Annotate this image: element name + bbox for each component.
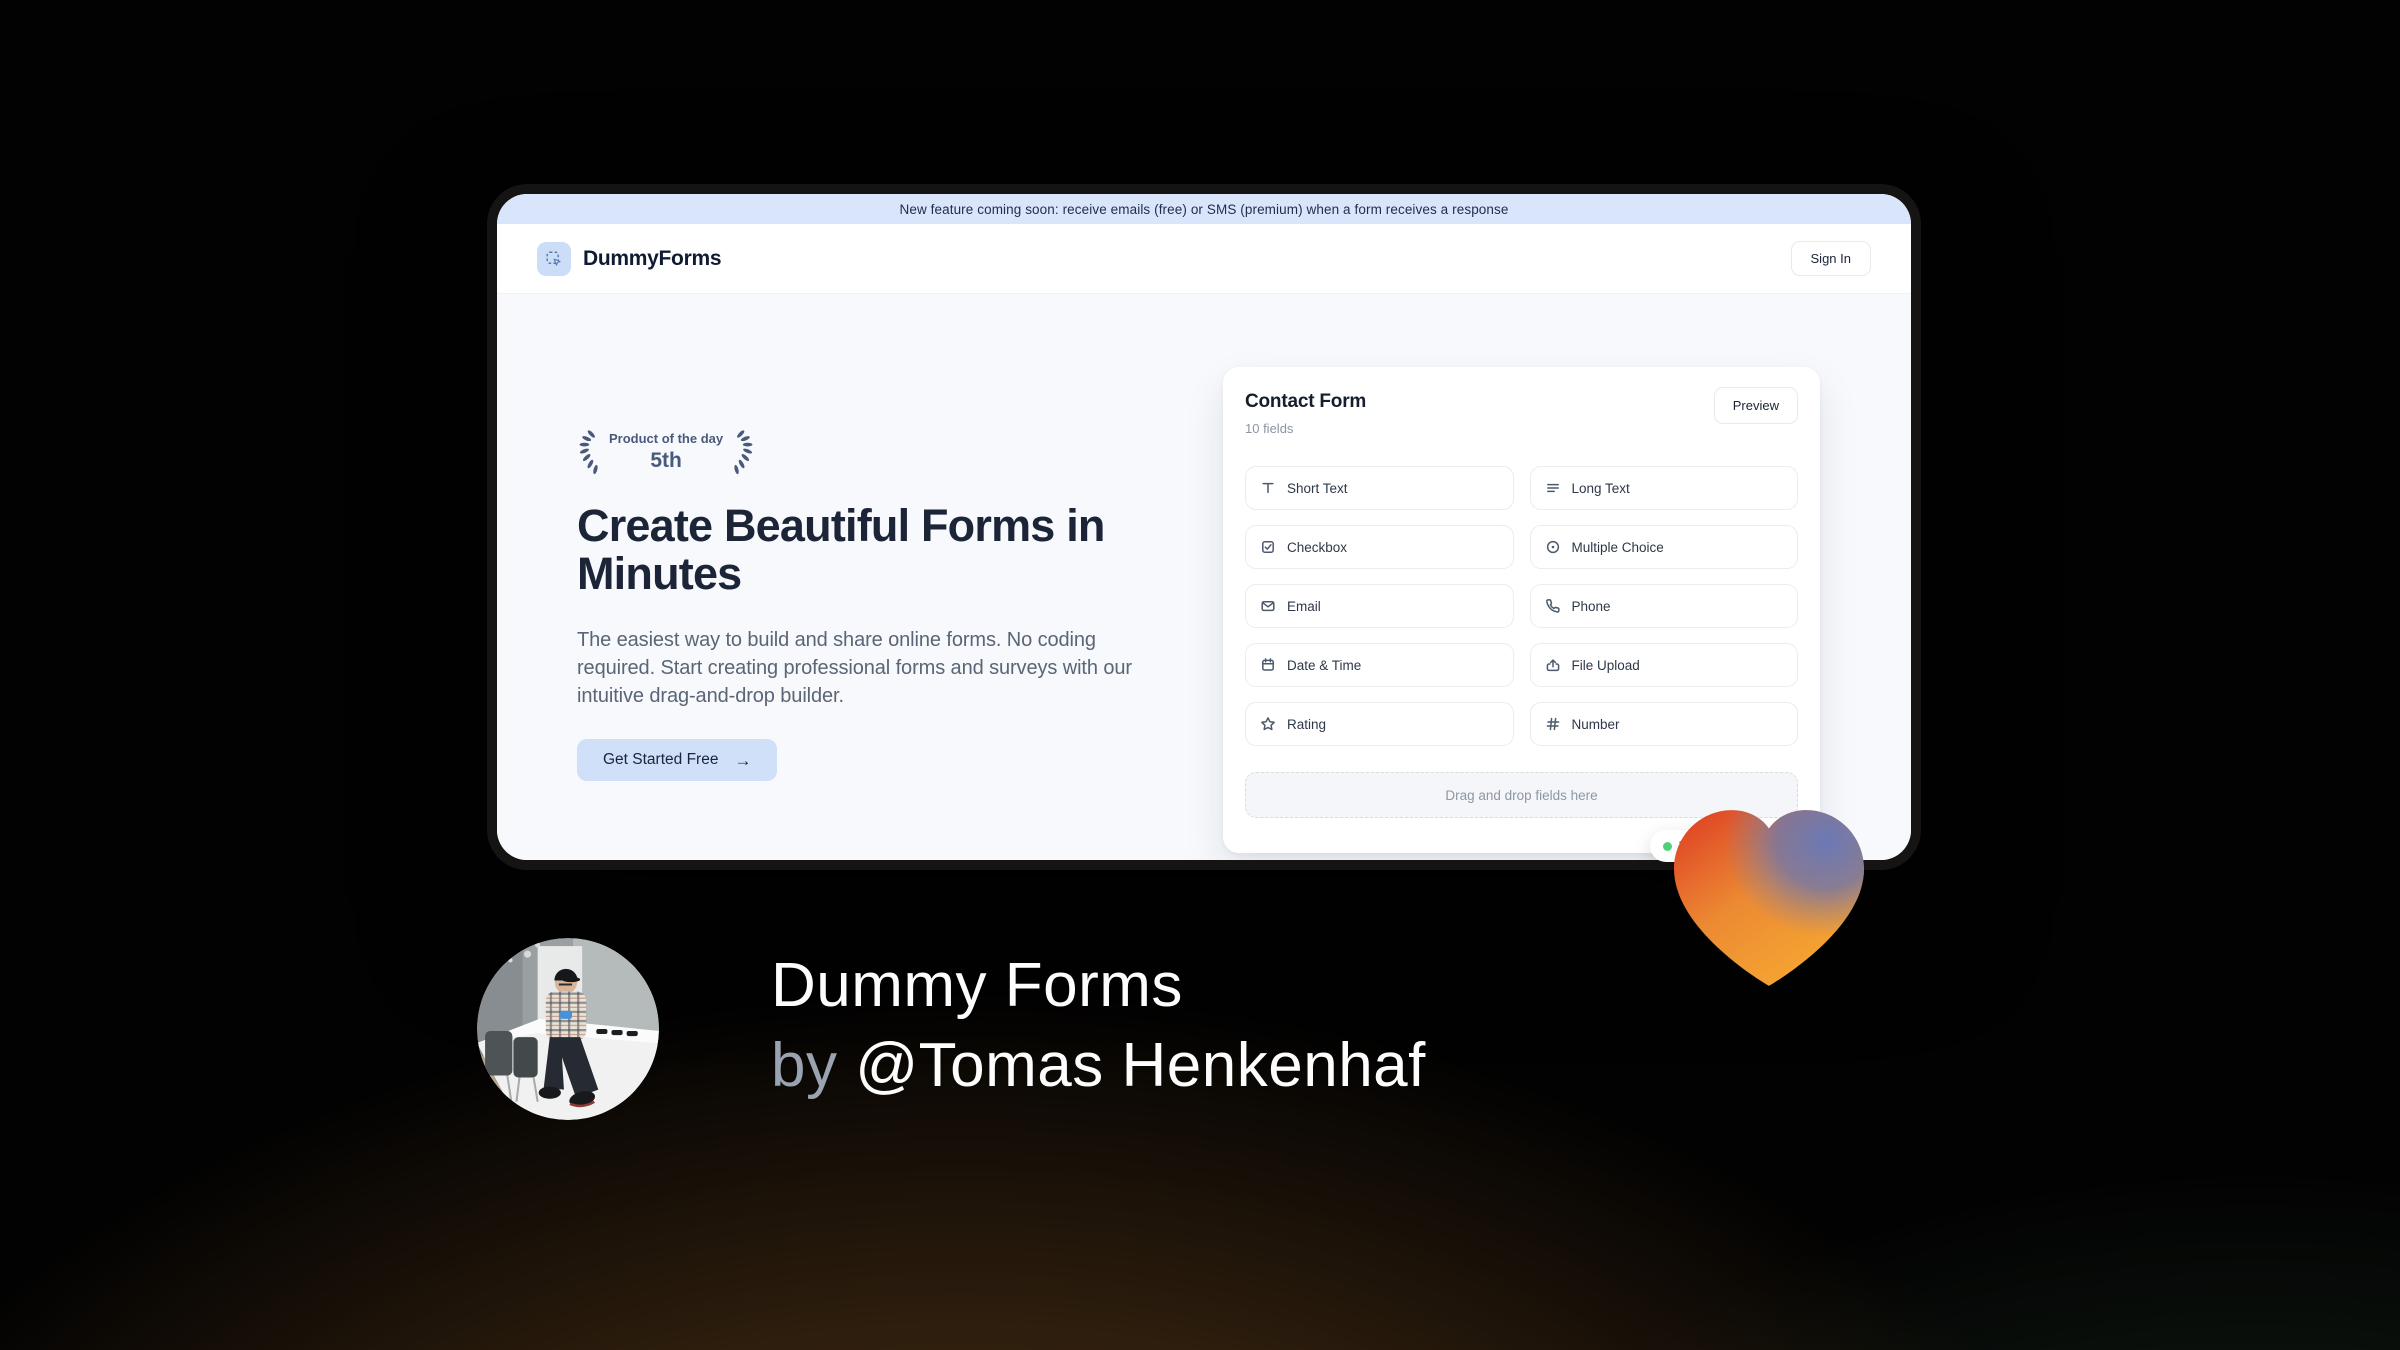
field-type-label: Checkbox (1287, 539, 1348, 555)
field-type-label: Multiple Choice (1571, 539, 1664, 555)
laurel-right-icon (734, 430, 753, 475)
field-type-label: Number (1571, 716, 1620, 732)
email-icon (1261, 601, 1275, 612)
announcement-text: New feature coming soon: receive emails … (899, 201, 1509, 217)
field-type-long-text[interactable]: Long Text (1529, 466, 1798, 510)
field-type-label: File Upload (1571, 657, 1640, 673)
dashed-select-cursor-icon (546, 250, 561, 266)
credit-byline-name: @Tomas Henkenhaf (855, 1031, 1426, 1100)
online-dot-icon (1663, 841, 1672, 851)
field-type-label: Phone (1571, 598, 1611, 614)
announcement-banner: New feature coming soon: receive emails … (497, 194, 1911, 224)
field-type-checkbox[interactable]: Checkbox (1245, 525, 1514, 569)
calendar-icon (1262, 658, 1274, 671)
multiple-choice-icon (1546, 540, 1559, 554)
form-builder-card: Contact Form 10 fields Preview Short Tex… (1223, 367, 1820, 853)
maker-credit: Dummy Forms by @Tomas Henkenhaf (771, 946, 1426, 1106)
gradient-heart-icon (1674, 810, 1864, 986)
top-nav: DummyForms Sign In (497, 224, 1911, 294)
hero-section: Product of the day 5th Create Beautiful … (497, 294, 1911, 860)
maker-photo-illustration (477, 938, 659, 1120)
field-type-date-time[interactable]: Date & Time (1245, 643, 1514, 687)
credit-byline: by @Tomas Henkenhaf (771, 1026, 1426, 1106)
sign-in-button[interactable]: Sign In (1790, 241, 1871, 276)
browser-window: New feature coming soon: receive emails … (487, 184, 1921, 870)
field-type-rating[interactable]: Rating (1245, 702, 1514, 746)
short-text-icon (1262, 482, 1274, 494)
field-type-phone[interactable]: Phone (1529, 584, 1798, 628)
hero-description: The easiest way to build and share onlin… (577, 629, 1132, 707)
field-type-short-text[interactable]: Short Text (1245, 466, 1514, 510)
app-logo (537, 241, 571, 276)
maker-avatar (477, 938, 659, 1120)
field-type-number[interactable]: Number (1529, 702, 1798, 746)
promo-image: New feature coming soon: receive emails … (0, 0, 2400, 1350)
hero-headline: Create Beautiful Forms in Minutes (577, 500, 1105, 599)
get-started-label: Get Started Free (603, 751, 719, 768)
field-type-label: Short Text (1287, 480, 1348, 496)
upload-icon (1546, 659, 1559, 672)
field-type-label: Rating (1287, 716, 1327, 732)
phone-icon (1545, 599, 1560, 613)
preview-button[interactable]: Preview (1713, 387, 1798, 424)
checkbox-icon (1262, 541, 1274, 553)
credit-byline-prefix: by (771, 1031, 838, 1100)
laurel-left-icon (579, 430, 598, 475)
app-page: New feature coming soon: receive emails … (497, 194, 1911, 860)
star-icon (1261, 717, 1275, 731)
award-rank: 5th (650, 448, 682, 472)
award-title: Product of the day (609, 431, 724, 447)
product-of-the-day-badge: Product of the day 5th (577, 428, 755, 476)
form-field-count: 10 fields (1245, 421, 1294, 436)
credit-title: Dummy Forms (771, 951, 1183, 1020)
brand-name: DummyForms (583, 246, 722, 270)
field-type-label: Date & Time (1287, 657, 1362, 673)
long-text-icon (1546, 483, 1559, 493)
field-type-multiple-choice[interactable]: Multiple Choice (1529, 525, 1798, 569)
arrow-right-icon: → (734, 750, 752, 770)
number-hash-icon (1546, 717, 1559, 731)
field-type-file-upload[interactable]: File Upload (1529, 643, 1798, 687)
field-type-email[interactable]: Email (1245, 584, 1514, 628)
get-started-button[interactable]: Get Started Free → (577, 739, 778, 781)
field-type-label: Long Text (1571, 480, 1630, 496)
award-text: Product of the day 5th (609, 431, 724, 472)
field-type-grid: Short Text Long Text Checkbox Multiple C… (1245, 466, 1798, 746)
field-type-label: Email (1287, 598, 1321, 614)
drag-drop-text: Drag and drop fields here (1445, 787, 1598, 803)
